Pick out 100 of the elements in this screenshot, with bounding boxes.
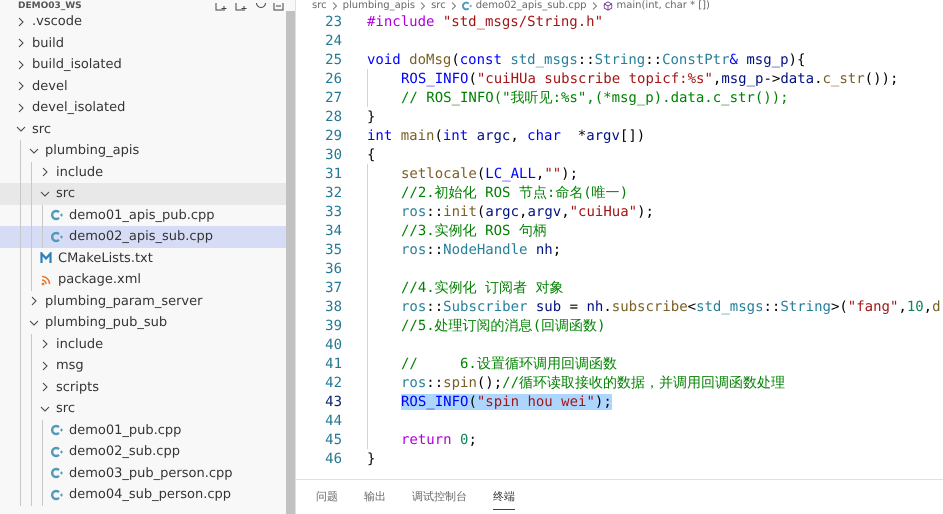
code-line: //3.实例化 ROS 句柄 xyxy=(401,222,547,240)
line-number: 46 xyxy=(324,450,342,466)
line-number: 34 xyxy=(324,222,342,238)
scrollbar[interactable] xyxy=(286,11,295,514)
folder-item[interactable]: src xyxy=(0,118,286,140)
breadcrumb-item[interactable]: demo02_apis_sub.cpp xyxy=(476,0,587,12)
m-letter-icon xyxy=(40,252,52,264)
folder-item[interactable]: plumbing_pub_sub xyxy=(0,312,286,334)
code-line: ROS_INFO("cuiHUa subscribe topicf:%s",msg_p->data.c_str()); xyxy=(401,70,898,86)
code-line: //2.初始化 ROS 节点:命名(唯一) xyxy=(401,184,628,202)
line-number: 28 xyxy=(324,108,342,124)
file-item[interactable]: CMakeLists.txt xyxy=(0,248,286,269)
cpp-file-icon xyxy=(462,1,472,11)
file-item[interactable]: demo01_pub.cpp xyxy=(0,420,286,441)
line-number: 39 xyxy=(324,318,342,334)
folder-item[interactable]: plumbing_param_server xyxy=(0,290,286,312)
new-folder-icon[interactable] xyxy=(235,3,249,11)
line-number: 44 xyxy=(324,412,342,428)
cpp-file-icon xyxy=(51,209,63,222)
chevron-down-icon[interactable] xyxy=(29,318,39,328)
chevron-right-icon[interactable] xyxy=(40,360,50,371)
refresh-icon[interactable] xyxy=(255,3,267,11)
chevron-right-icon[interactable] xyxy=(16,102,26,113)
panel-tab[interactable]: 问题 xyxy=(316,484,338,510)
code-line: //5.处理订阅的消息(回调函数) xyxy=(401,316,606,334)
file-item[interactable]: package.xml xyxy=(0,269,286,290)
line-number: 35 xyxy=(324,242,342,258)
breadcrumb-item[interactable]: main(int, char * []) xyxy=(616,0,710,12)
cube-icon xyxy=(602,1,613,11)
collapse-all-icon[interactable] xyxy=(273,3,285,11)
chevron-right-icon[interactable] xyxy=(40,382,50,392)
line-number: 32 xyxy=(324,184,342,200)
breadcrumb-item[interactable]: src xyxy=(312,0,327,12)
code-line: //4.实例化 订阅者 对象 xyxy=(401,278,564,296)
cpp-file-icon xyxy=(51,488,63,501)
folder-item[interactable]: devel_isolated xyxy=(0,97,286,118)
code-line: { xyxy=(367,146,376,162)
chevron-right-icon xyxy=(330,2,339,10)
panel-tab[interactable]: 终端 xyxy=(493,484,515,510)
folder-item[interactable]: msg xyxy=(0,355,286,376)
line-number: 38 xyxy=(324,298,342,314)
folder-item[interactable]: build xyxy=(0,32,286,54)
folder-item[interactable]: src xyxy=(0,183,286,204)
code-line: return 0; xyxy=(401,432,477,448)
code-line: setlocale(LC_ALL,""); xyxy=(401,166,578,182)
line-number: 37 xyxy=(324,280,342,296)
file-item[interactable]: demo02_sub.cpp xyxy=(0,441,286,462)
chevron-right-icon xyxy=(419,2,428,10)
breadcrumb-item[interactable]: src xyxy=(431,0,446,12)
folder-item[interactable]: plumbing_apis xyxy=(0,140,286,162)
folder-item[interactable]: src xyxy=(0,398,286,420)
chevron-right-icon[interactable] xyxy=(29,296,39,306)
panel-tab[interactable]: 输出 xyxy=(364,484,386,510)
folder-item[interactable]: scripts xyxy=(0,376,286,398)
code-line: ros::spin();//循环读取接收的数据，并调用回调函数处理 xyxy=(401,374,786,392)
chevron-right-icon[interactable] xyxy=(16,16,26,27)
chevron-right-icon[interactable] xyxy=(40,339,50,350)
rss-icon xyxy=(40,274,52,286)
code-line: ros::Subscriber sub = nh.subscribe<std_msgs::String>("fang",10,d xyxy=(401,298,941,314)
breadcrumb-item[interactable]: plumbing_apis xyxy=(342,0,416,12)
file-item[interactable]: demo02_apis_sub.cpp xyxy=(0,226,286,248)
chevron-right-icon[interactable] xyxy=(40,167,50,178)
chevron-down-icon[interactable] xyxy=(40,188,50,199)
chevron-down-icon[interactable] xyxy=(16,124,26,134)
cpp-file-icon xyxy=(51,467,63,480)
line-number: 40 xyxy=(324,336,342,352)
chevron-right-icon[interactable] xyxy=(16,81,26,92)
folder-item[interactable]: devel xyxy=(0,76,286,97)
panel-tab[interactable]: 调试控制台 xyxy=(412,484,467,510)
code-line: // 6.设置循环调用回调函数 xyxy=(401,354,617,372)
line-number: 45 xyxy=(324,432,342,448)
explorer-title: DEMO03_WS xyxy=(18,1,82,11)
chevron-right-icon[interactable] xyxy=(16,60,26,70)
line-number: 36 xyxy=(324,260,342,276)
line-number: 23 xyxy=(324,14,342,30)
line-number: 27 xyxy=(324,90,342,106)
file-item[interactable]: demo03_pub_person.cpp xyxy=(0,462,286,484)
cpp-file-icon xyxy=(51,230,63,243)
line-number: 43 xyxy=(324,394,342,410)
line-number: 33 xyxy=(324,204,342,220)
code-line: ros::NodeHandle nh; xyxy=(401,242,562,258)
file-item[interactable]: demo04_sub_person.cpp xyxy=(0,484,286,506)
chevron-down-icon[interactable] xyxy=(29,146,39,156)
line-number: 30 xyxy=(324,146,342,162)
line-number: 29 xyxy=(324,128,342,144)
folder-item[interactable]: .vscode xyxy=(0,11,286,32)
folder-item[interactable]: include xyxy=(0,334,286,355)
new-file-icon[interactable] xyxy=(215,3,229,11)
code-line: } xyxy=(367,108,376,124)
code-line: #include "std_msgs/String.h" xyxy=(367,14,604,30)
chevron-right-icon xyxy=(590,2,599,10)
code-line: // ROS_INFO("我听见:%s",(*msg_p).data.c_str()); xyxy=(401,88,789,106)
cpp-file-icon xyxy=(51,446,63,458)
chevron-right-icon[interactable] xyxy=(16,38,26,48)
chevron-right-icon xyxy=(450,2,458,10)
folder-item[interactable]: build_isolated xyxy=(0,54,286,76)
code-line: ros::init(argc,argv,"cuiHua"); xyxy=(401,204,654,220)
line-number: 25 xyxy=(324,52,342,68)
code-line: int main(int argc, char *argv[]) xyxy=(367,128,646,144)
chevron-down-icon[interactable] xyxy=(40,404,50,414)
